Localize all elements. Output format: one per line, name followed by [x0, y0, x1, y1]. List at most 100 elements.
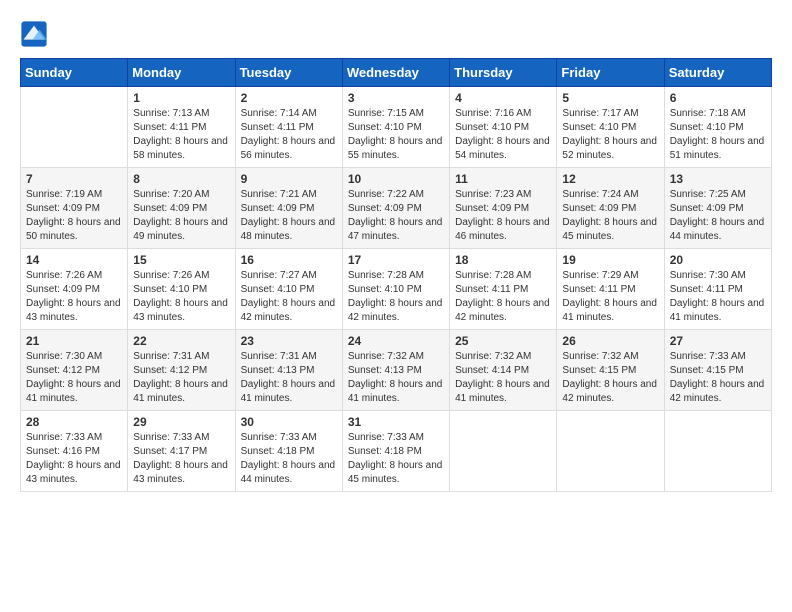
day-info: Sunrise: 7:32 AMSunset: 4:15 PMDaylight:…: [562, 350, 658, 406]
day-info: Sunrise: 7:33 AMSunset: 4:16 PMDaylight:…: [26, 431, 122, 487]
day-info: Sunrise: 7:30 AMSunset: 4:12 PMDaylight:…: [26, 350, 122, 406]
calendar-cell: 13 Sunrise: 7:25 AMSunset: 4:09 PMDaylig…: [664, 168, 771, 249]
day-header-monday: Monday: [128, 59, 235, 87]
day-number: 21: [26, 334, 122, 348]
calendar-cell: [21, 87, 128, 168]
day-number: 12: [562, 172, 658, 186]
day-info: Sunrise: 7:32 AMSunset: 4:14 PMDaylight:…: [455, 350, 551, 406]
day-info: Sunrise: 7:17 AMSunset: 4:10 PMDaylight:…: [562, 107, 658, 163]
day-info: Sunrise: 7:29 AMSunset: 4:11 PMDaylight:…: [562, 269, 658, 325]
day-info: Sunrise: 7:28 AMSunset: 4:11 PMDaylight:…: [455, 269, 551, 325]
calendar-cell: 10 Sunrise: 7:22 AMSunset: 4:09 PMDaylig…: [342, 168, 449, 249]
day-number: 15: [133, 253, 229, 267]
day-number: 1: [133, 91, 229, 105]
calendar-cell: [557, 411, 664, 492]
day-info: Sunrise: 7:21 AMSunset: 4:09 PMDaylight:…: [241, 188, 337, 244]
day-info: Sunrise: 7:31 AMSunset: 4:12 PMDaylight:…: [133, 350, 229, 406]
day-info: Sunrise: 7:19 AMSunset: 4:09 PMDaylight:…: [26, 188, 122, 244]
day-header-tuesday: Tuesday: [235, 59, 342, 87]
calendar-cell: 1 Sunrise: 7:13 AMSunset: 4:11 PMDayligh…: [128, 87, 235, 168]
day-number: 4: [455, 91, 551, 105]
day-number: 30: [241, 415, 337, 429]
day-number: 31: [348, 415, 444, 429]
day-number: 26: [562, 334, 658, 348]
day-number: 24: [348, 334, 444, 348]
page-header: [20, 20, 772, 48]
calendar-cell: 23 Sunrise: 7:31 AMSunset: 4:13 PMDaylig…: [235, 330, 342, 411]
calendar-cell: 18 Sunrise: 7:28 AMSunset: 4:11 PMDaylig…: [450, 249, 557, 330]
day-info: Sunrise: 7:25 AMSunset: 4:09 PMDaylight:…: [670, 188, 766, 244]
calendar-cell: 26 Sunrise: 7:32 AMSunset: 4:15 PMDaylig…: [557, 330, 664, 411]
calendar-week-row: 21 Sunrise: 7:30 AMSunset: 4:12 PMDaylig…: [21, 330, 772, 411]
day-number: 7: [26, 172, 122, 186]
day-number: 3: [348, 91, 444, 105]
day-number: 13: [670, 172, 766, 186]
calendar-cell: [450, 411, 557, 492]
day-info: Sunrise: 7:14 AMSunset: 4:11 PMDaylight:…: [241, 107, 337, 163]
day-info: Sunrise: 7:18 AMSunset: 4:10 PMDaylight:…: [670, 107, 766, 163]
day-info: Sunrise: 7:13 AMSunset: 4:11 PMDaylight:…: [133, 107, 229, 163]
calendar-cell: 12 Sunrise: 7:24 AMSunset: 4:09 PMDaylig…: [557, 168, 664, 249]
day-info: Sunrise: 7:24 AMSunset: 4:09 PMDaylight:…: [562, 188, 658, 244]
calendar-cell: 29 Sunrise: 7:33 AMSunset: 4:17 PMDaylig…: [128, 411, 235, 492]
calendar-cell: 17 Sunrise: 7:28 AMSunset: 4:10 PMDaylig…: [342, 249, 449, 330]
calendar-cell: 21 Sunrise: 7:30 AMSunset: 4:12 PMDaylig…: [21, 330, 128, 411]
day-header-friday: Friday: [557, 59, 664, 87]
calendar-week-row: 7 Sunrise: 7:19 AMSunset: 4:09 PMDayligh…: [21, 168, 772, 249]
day-number: 17: [348, 253, 444, 267]
calendar-cell: 25 Sunrise: 7:32 AMSunset: 4:14 PMDaylig…: [450, 330, 557, 411]
day-number: 19: [562, 253, 658, 267]
calendar-cell: 20 Sunrise: 7:30 AMSunset: 4:11 PMDaylig…: [664, 249, 771, 330]
calendar-week-row: 14 Sunrise: 7:26 AMSunset: 4:09 PMDaylig…: [21, 249, 772, 330]
calendar-cell: 6 Sunrise: 7:18 AMSunset: 4:10 PMDayligh…: [664, 87, 771, 168]
calendar-cell: 27 Sunrise: 7:33 AMSunset: 4:15 PMDaylig…: [664, 330, 771, 411]
day-number: 11: [455, 172, 551, 186]
day-info: Sunrise: 7:28 AMSunset: 4:10 PMDaylight:…: [348, 269, 444, 325]
day-number: 29: [133, 415, 229, 429]
day-number: 14: [26, 253, 122, 267]
calendar-cell: 24 Sunrise: 7:32 AMSunset: 4:13 PMDaylig…: [342, 330, 449, 411]
day-info: Sunrise: 7:33 AMSunset: 4:18 PMDaylight:…: [348, 431, 444, 487]
day-info: Sunrise: 7:22 AMSunset: 4:09 PMDaylight:…: [348, 188, 444, 244]
calendar-cell: 16 Sunrise: 7:27 AMSunset: 4:10 PMDaylig…: [235, 249, 342, 330]
day-number: 10: [348, 172, 444, 186]
day-info: Sunrise: 7:20 AMSunset: 4:09 PMDaylight:…: [133, 188, 229, 244]
calendar-cell: 15 Sunrise: 7:26 AMSunset: 4:10 PMDaylig…: [128, 249, 235, 330]
calendar-cell: 11 Sunrise: 7:23 AMSunset: 4:09 PMDaylig…: [450, 168, 557, 249]
calendar-cell: 30 Sunrise: 7:33 AMSunset: 4:18 PMDaylig…: [235, 411, 342, 492]
calendar-header-row: SundayMondayTuesdayWednesdayThursdayFrid…: [21, 59, 772, 87]
day-number: 20: [670, 253, 766, 267]
calendar-cell: 4 Sunrise: 7:16 AMSunset: 4:10 PMDayligh…: [450, 87, 557, 168]
calendar-cell: 7 Sunrise: 7:19 AMSunset: 4:09 PMDayligh…: [21, 168, 128, 249]
day-number: 8: [133, 172, 229, 186]
day-info: Sunrise: 7:16 AMSunset: 4:10 PMDaylight:…: [455, 107, 551, 163]
calendar-cell: 5 Sunrise: 7:17 AMSunset: 4:10 PMDayligh…: [557, 87, 664, 168]
day-info: Sunrise: 7:33 AMSunset: 4:18 PMDaylight:…: [241, 431, 337, 487]
day-number: 16: [241, 253, 337, 267]
day-number: 2: [241, 91, 337, 105]
day-info: Sunrise: 7:33 AMSunset: 4:15 PMDaylight:…: [670, 350, 766, 406]
calendar-cell: [664, 411, 771, 492]
day-info: Sunrise: 7:23 AMSunset: 4:09 PMDaylight:…: [455, 188, 551, 244]
calendar-cell: 2 Sunrise: 7:14 AMSunset: 4:11 PMDayligh…: [235, 87, 342, 168]
calendar-cell: 28 Sunrise: 7:33 AMSunset: 4:16 PMDaylig…: [21, 411, 128, 492]
day-number: 18: [455, 253, 551, 267]
logo: [20, 20, 52, 48]
day-number: 25: [455, 334, 551, 348]
day-header-saturday: Saturday: [664, 59, 771, 87]
day-header-thursday: Thursday: [450, 59, 557, 87]
calendar-cell: 31 Sunrise: 7:33 AMSunset: 4:18 PMDaylig…: [342, 411, 449, 492]
day-info: Sunrise: 7:32 AMSunset: 4:13 PMDaylight:…: [348, 350, 444, 406]
calendar-week-row: 28 Sunrise: 7:33 AMSunset: 4:16 PMDaylig…: [21, 411, 772, 492]
calendar-cell: 3 Sunrise: 7:15 AMSunset: 4:10 PMDayligh…: [342, 87, 449, 168]
calendar-cell: 9 Sunrise: 7:21 AMSunset: 4:09 PMDayligh…: [235, 168, 342, 249]
day-info: Sunrise: 7:31 AMSunset: 4:13 PMDaylight:…: [241, 350, 337, 406]
calendar-table: SundayMondayTuesdayWednesdayThursdayFrid…: [20, 58, 772, 492]
day-number: 5: [562, 91, 658, 105]
calendar-week-row: 1 Sunrise: 7:13 AMSunset: 4:11 PMDayligh…: [21, 87, 772, 168]
calendar-cell: 22 Sunrise: 7:31 AMSunset: 4:12 PMDaylig…: [128, 330, 235, 411]
day-number: 23: [241, 334, 337, 348]
logo-icon: [20, 20, 48, 48]
day-number: 6: [670, 91, 766, 105]
calendar-cell: 8 Sunrise: 7:20 AMSunset: 4:09 PMDayligh…: [128, 168, 235, 249]
